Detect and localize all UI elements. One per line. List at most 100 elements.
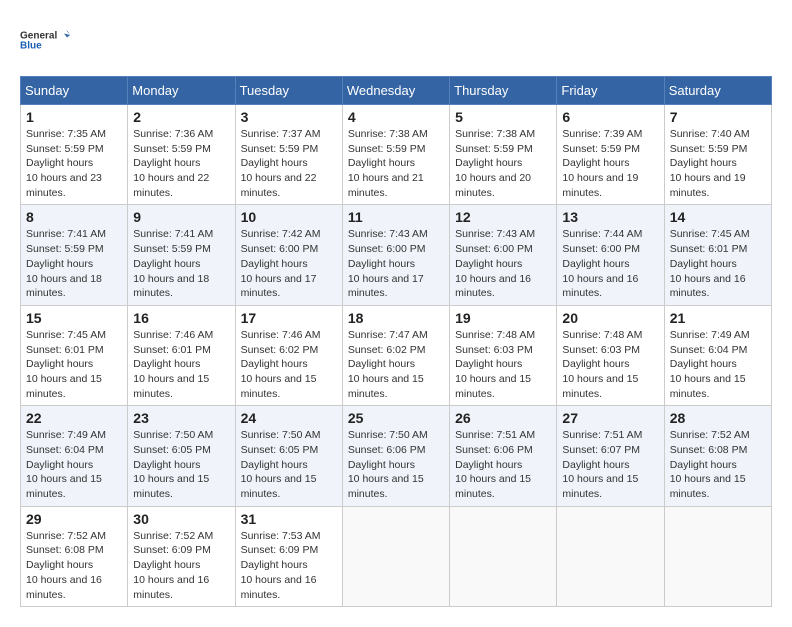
calendar-cell [664,506,771,606]
day-number: 2 [133,109,229,125]
day-detail: Sunrise: 7:52 AM Sunset: 6:09 PM Dayligh… [133,529,229,602]
calendar-cell: 8 Sunrise: 7:41 AM Sunset: 5:59 PM Dayli… [21,205,128,305]
weekday-header: Saturday [664,77,771,105]
day-detail: Sunrise: 7:41 AM Sunset: 5:59 PM Dayligh… [133,227,229,300]
calendar-cell [450,506,557,606]
calendar-cell: 26 Sunrise: 7:51 AM Sunset: 6:06 PM Dayl… [450,406,557,506]
day-detail: Sunrise: 7:50 AM Sunset: 6:05 PM Dayligh… [133,428,229,501]
day-number: 16 [133,310,229,326]
day-detail: Sunrise: 7:42 AM Sunset: 6:00 PM Dayligh… [241,227,337,300]
calendar-week-row: 1 Sunrise: 7:35 AM Sunset: 5:59 PM Dayli… [21,105,772,205]
weekday-header-row: SundayMondayTuesdayWednesdayThursdayFrid… [21,77,772,105]
calendar-cell: 24 Sunrise: 7:50 AM Sunset: 6:05 PM Dayl… [235,406,342,506]
calendar-cell: 15 Sunrise: 7:45 AM Sunset: 6:01 PM Dayl… [21,305,128,405]
calendar-cell: 14 Sunrise: 7:45 AM Sunset: 6:01 PM Dayl… [664,205,771,305]
calendar-cell: 23 Sunrise: 7:50 AM Sunset: 6:05 PM Dayl… [128,406,235,506]
calendar-cell: 30 Sunrise: 7:52 AM Sunset: 6:09 PM Dayl… [128,506,235,606]
svg-text:General: General [20,31,57,42]
calendar-table: SundayMondayTuesdayWednesdayThursdayFrid… [20,76,772,607]
day-detail: Sunrise: 7:41 AM Sunset: 5:59 PM Dayligh… [26,227,122,300]
day-number: 18 [348,310,444,326]
calendar-week-row: 8 Sunrise: 7:41 AM Sunset: 5:59 PM Dayli… [21,205,772,305]
day-detail: Sunrise: 7:40 AM Sunset: 5:59 PM Dayligh… [670,127,766,200]
calendar-cell: 25 Sunrise: 7:50 AM Sunset: 6:06 PM Dayl… [342,406,449,506]
weekday-header: Monday [128,77,235,105]
calendar-cell: 27 Sunrise: 7:51 AM Sunset: 6:07 PM Dayl… [557,406,664,506]
calendar-cell: 7 Sunrise: 7:40 AM Sunset: 5:59 PM Dayli… [664,105,771,205]
calendar-cell: 17 Sunrise: 7:46 AM Sunset: 6:02 PM Dayl… [235,305,342,405]
day-number: 14 [670,209,766,225]
day-number: 26 [455,410,551,426]
svg-text:Blue: Blue [20,41,42,52]
day-number: 27 [562,410,658,426]
day-number: 5 [455,109,551,125]
day-number: 23 [133,410,229,426]
day-detail: Sunrise: 7:46 AM Sunset: 6:01 PM Dayligh… [133,328,229,401]
day-detail: Sunrise: 7:43 AM Sunset: 6:00 PM Dayligh… [348,227,444,300]
calendar-week-row: 15 Sunrise: 7:45 AM Sunset: 6:01 PM Dayl… [21,305,772,405]
calendar-cell: 16 Sunrise: 7:46 AM Sunset: 6:01 PM Dayl… [128,305,235,405]
day-number: 21 [670,310,766,326]
day-detail: Sunrise: 7:48 AM Sunset: 6:03 PM Dayligh… [455,328,551,401]
day-number: 24 [241,410,337,426]
day-detail: Sunrise: 7:43 AM Sunset: 6:00 PM Dayligh… [455,227,551,300]
calendar-cell: 5 Sunrise: 7:38 AM Sunset: 5:59 PM Dayli… [450,105,557,205]
day-number: 12 [455,209,551,225]
day-number: 7 [670,109,766,125]
day-detail: Sunrise: 7:44 AM Sunset: 6:00 PM Dayligh… [562,227,658,300]
logo-svg: General Blue [20,20,70,60]
day-number: 31 [241,511,337,527]
day-detail: Sunrise: 7:39 AM Sunset: 5:59 PM Dayligh… [562,127,658,200]
day-number: 20 [562,310,658,326]
day-number: 6 [562,109,658,125]
calendar-cell: 21 Sunrise: 7:49 AM Sunset: 6:04 PM Dayl… [664,305,771,405]
day-detail: Sunrise: 7:47 AM Sunset: 6:02 PM Dayligh… [348,328,444,401]
day-detail: Sunrise: 7:49 AM Sunset: 6:04 PM Dayligh… [670,328,766,401]
day-number: 19 [455,310,551,326]
weekday-header: Sunday [21,77,128,105]
day-detail: Sunrise: 7:49 AM Sunset: 6:04 PM Dayligh… [26,428,122,501]
calendar-cell [342,506,449,606]
day-detail: Sunrise: 7:35 AM Sunset: 5:59 PM Dayligh… [26,127,122,200]
day-detail: Sunrise: 7:50 AM Sunset: 6:05 PM Dayligh… [241,428,337,501]
day-detail: Sunrise: 7:38 AM Sunset: 5:59 PM Dayligh… [348,127,444,200]
day-detail: Sunrise: 7:45 AM Sunset: 6:01 PM Dayligh… [670,227,766,300]
day-number: 10 [241,209,337,225]
day-number: 8 [26,209,122,225]
calendar-cell: 19 Sunrise: 7:48 AM Sunset: 6:03 PM Dayl… [450,305,557,405]
weekday-header: Friday [557,77,664,105]
day-detail: Sunrise: 7:46 AM Sunset: 6:02 PM Dayligh… [241,328,337,401]
day-number: 1 [26,109,122,125]
calendar-cell: 22 Sunrise: 7:49 AM Sunset: 6:04 PM Dayl… [21,406,128,506]
day-detail: Sunrise: 7:36 AM Sunset: 5:59 PM Dayligh… [133,127,229,200]
day-detail: Sunrise: 7:37 AM Sunset: 5:59 PM Dayligh… [241,127,337,200]
calendar-week-row: 22 Sunrise: 7:49 AM Sunset: 6:04 PM Dayl… [21,406,772,506]
calendar-cell: 29 Sunrise: 7:52 AM Sunset: 6:08 PM Dayl… [21,506,128,606]
calendar-cell: 11 Sunrise: 7:43 AM Sunset: 6:00 PM Dayl… [342,205,449,305]
weekday-header: Thursday [450,77,557,105]
calendar-cell: 2 Sunrise: 7:36 AM Sunset: 5:59 PM Dayli… [128,105,235,205]
day-detail: Sunrise: 7:38 AM Sunset: 5:59 PM Dayligh… [455,127,551,200]
day-detail: Sunrise: 7:50 AM Sunset: 6:06 PM Dayligh… [348,428,444,501]
day-number: 11 [348,209,444,225]
calendar-cell: 20 Sunrise: 7:48 AM Sunset: 6:03 PM Dayl… [557,305,664,405]
calendar-cell: 31 Sunrise: 7:53 AM Sunset: 6:09 PM Dayl… [235,506,342,606]
day-number: 17 [241,310,337,326]
day-detail: Sunrise: 7:53 AM Sunset: 6:09 PM Dayligh… [241,529,337,602]
page-header: General Blue [20,20,772,60]
calendar-cell: 1 Sunrise: 7:35 AM Sunset: 5:59 PM Dayli… [21,105,128,205]
day-number: 29 [26,511,122,527]
day-detail: Sunrise: 7:48 AM Sunset: 6:03 PM Dayligh… [562,328,658,401]
calendar-cell [557,506,664,606]
calendar-week-row: 29 Sunrise: 7:52 AM Sunset: 6:08 PM Dayl… [21,506,772,606]
calendar-cell: 10 Sunrise: 7:42 AM Sunset: 6:00 PM Dayl… [235,205,342,305]
day-detail: Sunrise: 7:52 AM Sunset: 6:08 PM Dayligh… [670,428,766,501]
day-detail: Sunrise: 7:51 AM Sunset: 6:07 PM Dayligh… [562,428,658,501]
day-number: 30 [133,511,229,527]
day-number: 3 [241,109,337,125]
day-number: 25 [348,410,444,426]
weekday-header: Wednesday [342,77,449,105]
logo: General Blue [20,20,70,60]
day-detail: Sunrise: 7:45 AM Sunset: 6:01 PM Dayligh… [26,328,122,401]
calendar-cell: 18 Sunrise: 7:47 AM Sunset: 6:02 PM Dayl… [342,305,449,405]
